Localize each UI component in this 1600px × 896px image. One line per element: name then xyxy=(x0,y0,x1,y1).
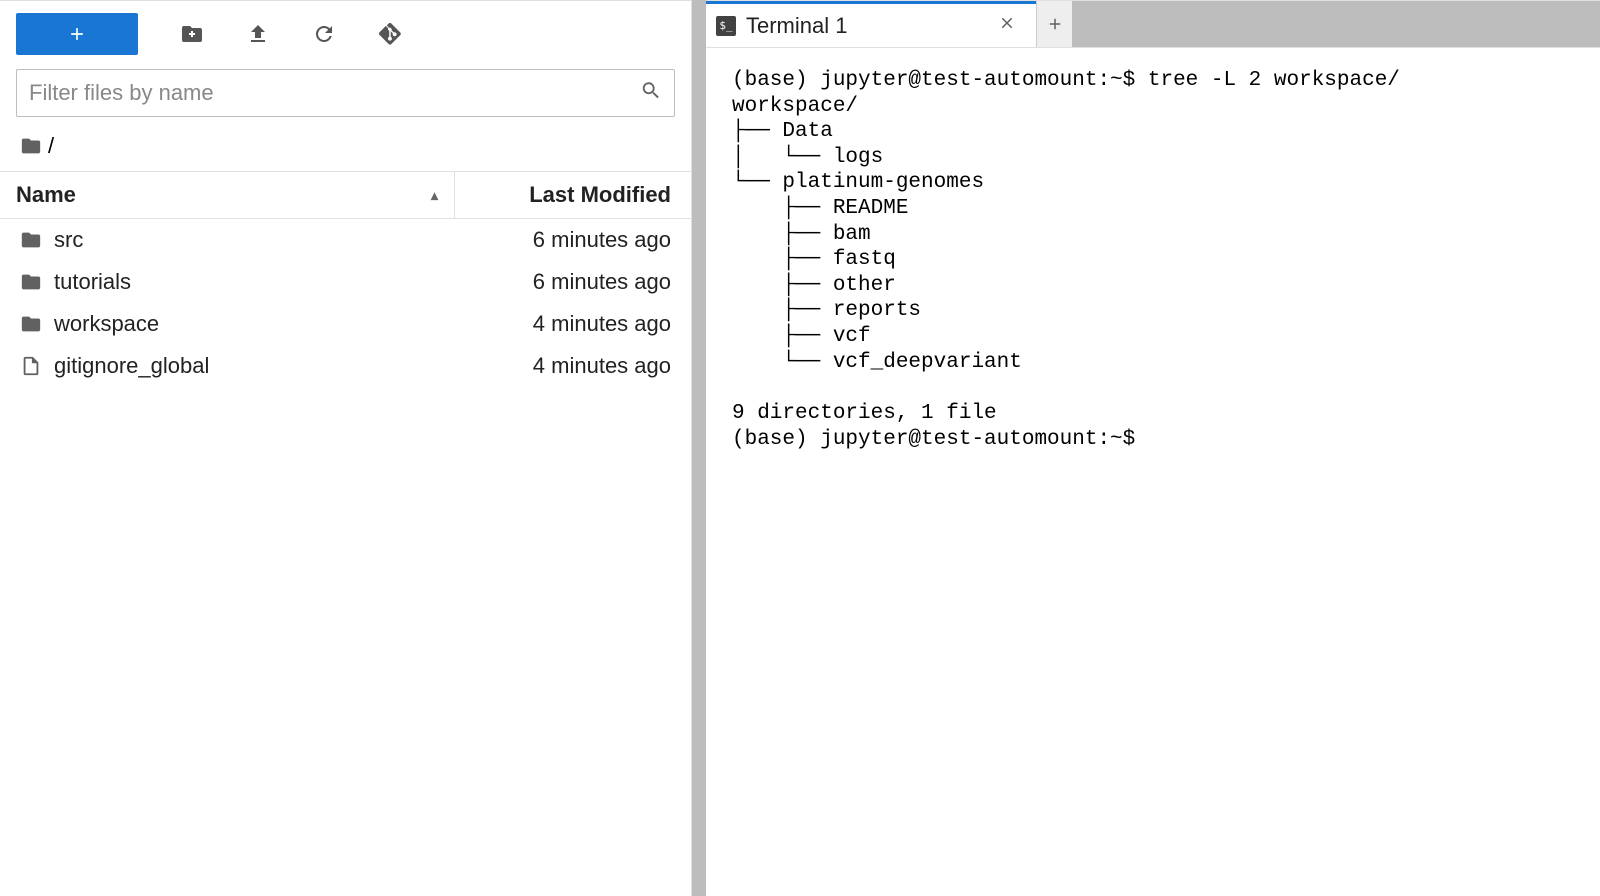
column-name-label: Name xyxy=(16,182,76,208)
folder-icon xyxy=(20,135,42,157)
file-row[interactable]: tutorials6 minutes ago xyxy=(0,261,691,303)
upload-button[interactable] xyxy=(246,22,270,46)
filter-input[interactable] xyxy=(29,80,626,106)
filter-box[interactable] xyxy=(16,69,675,117)
tab-terminal-1[interactable]: $_ Terminal 1 xyxy=(706,1,1036,47)
file-name: gitignore_global xyxy=(54,353,455,379)
new-folder-icon xyxy=(180,22,204,46)
breadcrumb-path: / xyxy=(48,133,54,159)
file-browser-toolbar xyxy=(0,1,691,69)
file-row[interactable]: gitignore_global4 minutes ago xyxy=(0,345,691,387)
folder-icon xyxy=(20,271,42,293)
terminal-output[interactable]: (base) jupyter@test-automount:~$ tree -L… xyxy=(706,47,1600,896)
column-modified-label: Last Modified xyxy=(529,182,671,207)
refresh-icon xyxy=(312,22,336,46)
search-icon xyxy=(640,80,662,107)
file-modified: 6 minutes ago xyxy=(455,227,671,253)
add-tab-button[interactable] xyxy=(1036,1,1072,47)
sort-caret-icon: ▴ xyxy=(431,187,438,204)
file-name: workspace xyxy=(54,311,455,337)
folder-icon xyxy=(20,313,42,335)
upload-icon xyxy=(246,22,270,46)
file-name: src xyxy=(54,227,455,253)
file-modified: 4 minutes ago xyxy=(455,311,671,337)
plus-icon xyxy=(67,24,87,44)
file-row[interactable]: workspace4 minutes ago xyxy=(0,303,691,345)
refresh-button[interactable] xyxy=(312,22,336,46)
tab-label: Terminal 1 xyxy=(746,13,984,39)
tab-bar: $_ Terminal 1 xyxy=(706,1,1600,47)
file-list-headers: Name ▴ Last Modified xyxy=(0,172,691,219)
breadcrumb[interactable]: / xyxy=(0,129,691,172)
file-icon xyxy=(20,355,42,377)
column-header-name[interactable]: Name ▴ xyxy=(0,172,455,218)
main-panel: $_ Terminal 1 (base) jupyter@test-automo… xyxy=(706,0,1600,896)
git-button[interactable] xyxy=(378,22,402,46)
new-folder-button[interactable] xyxy=(180,22,204,46)
file-name: tutorials xyxy=(54,269,455,295)
folder-icon xyxy=(20,229,42,251)
filter-row xyxy=(0,69,691,129)
git-icon xyxy=(378,22,402,46)
file-list: src6 minutes agotutorials6 minutes agowo… xyxy=(0,219,691,387)
file-modified: 4 minutes ago xyxy=(455,353,671,379)
file-row[interactable]: src6 minutes ago xyxy=(0,219,691,261)
close-icon xyxy=(998,14,1016,32)
terminal-icon: $_ xyxy=(716,16,736,36)
plus-icon xyxy=(1046,15,1064,33)
file-browser-panel: / Name ▴ Last Modified src6 minutes agot… xyxy=(0,0,692,896)
panel-splitter[interactable] xyxy=(692,0,706,896)
column-header-modified[interactable]: Last Modified xyxy=(455,172,691,218)
tab-close-button[interactable] xyxy=(994,10,1020,41)
file-modified: 6 minutes ago xyxy=(455,269,671,295)
new-launcher-button[interactable] xyxy=(16,13,138,55)
